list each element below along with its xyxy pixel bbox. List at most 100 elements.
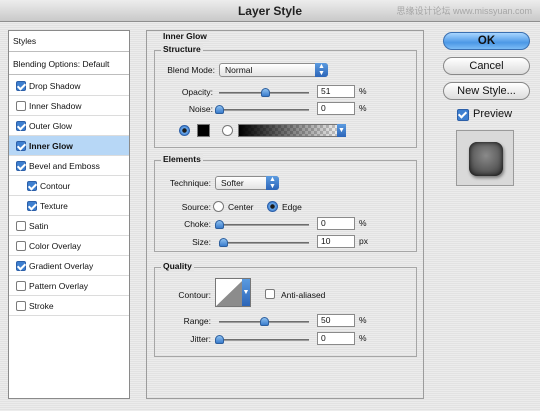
jitter-slider-thumb[interactable] xyxy=(215,335,224,344)
style-preview xyxy=(456,130,514,186)
size-unit: px xyxy=(359,236,368,246)
style-item-color-overlay[interactable]: Color Overlay xyxy=(9,236,129,256)
anti-aliased-checkbox[interactable] xyxy=(265,289,275,299)
opacity-field[interactable]: 51 xyxy=(317,85,355,98)
choke-field[interactable]: 0 xyxy=(317,217,355,230)
layer-style-dialog: Layer Style 思缘设计论坛 www.missyuan.com Styl… xyxy=(0,0,540,411)
blending-options-item[interactable]: Blending Options: Default xyxy=(9,53,129,75)
window-title: Layer Style xyxy=(237,4,303,18)
watermark-text: 思缘设计论坛 www.missyuan.com xyxy=(396,6,532,16)
chevron-down-icon: ▼ xyxy=(242,279,250,306)
blend-mode-label: Blend Mode: xyxy=(167,65,215,75)
choke-slider-thumb[interactable] xyxy=(215,220,224,229)
inner-glow-panel: Inner Glow Structure Blend Mode: Normal … xyxy=(146,30,424,399)
new-style-button[interactable]: New Style... xyxy=(443,82,530,100)
range-unit: % xyxy=(359,315,367,325)
choke-unit: % xyxy=(359,218,367,228)
style-item-checkbox[interactable] xyxy=(16,221,26,231)
noise-slider-thumb[interactable] xyxy=(215,105,224,114)
style-item-checkbox[interactable] xyxy=(16,261,26,271)
size-label: Size: xyxy=(192,237,211,247)
styles-list: Styles Blending Options: Default Drop Sh… xyxy=(8,30,130,399)
opacity-slider-thumb[interactable] xyxy=(260,88,270,97)
style-item-bevel-and-emboss[interactable]: Bevel and Emboss xyxy=(9,156,129,176)
range-field[interactable]: 50 xyxy=(317,314,355,327)
jitter-field[interactable]: 0 xyxy=(317,332,355,345)
gradient-picker[interactable]: ▼ xyxy=(238,124,346,137)
source-center-radio[interactable] xyxy=(213,201,224,212)
elements-group: Elements Technique: Softer ▲ ▼ Source: Ce… xyxy=(154,154,417,252)
elements-title: Elements xyxy=(161,154,203,164)
choke-label: Choke: xyxy=(184,219,211,229)
cancel-button[interactable]: Cancel xyxy=(443,57,530,75)
technique-value: Softer xyxy=(221,178,244,188)
choke-slider[interactable] xyxy=(215,220,309,229)
title-bar[interactable]: Layer Style 思缘设计论坛 www.missyuan.com xyxy=(0,0,540,22)
noise-slider[interactable] xyxy=(215,105,309,114)
select-arrows-icon: ▲ ▼ xyxy=(266,176,279,190)
style-item-checkbox[interactable] xyxy=(16,301,26,311)
style-item-checkbox[interactable] xyxy=(16,101,26,111)
style-item-checkbox[interactable] xyxy=(16,141,26,151)
range-slider[interactable] xyxy=(219,317,309,326)
glow-color-swatch[interactable] xyxy=(197,124,210,137)
style-item-checkbox[interactable] xyxy=(27,201,37,211)
size-slider[interactable] xyxy=(218,238,309,247)
style-item-checkbox[interactable] xyxy=(16,161,26,171)
contour-picker[interactable]: ▼ xyxy=(215,278,251,307)
styles-header[interactable]: Styles xyxy=(9,31,129,52)
style-item-satin[interactable]: Satin xyxy=(9,216,129,236)
structure-group: Structure Blend Mode: Normal ▲ ▼ Opacity:… xyxy=(154,44,417,148)
preview-checkbox[interactable] xyxy=(457,109,469,121)
style-item-checkbox[interactable] xyxy=(16,121,26,131)
opacity-label: Opacity: xyxy=(181,87,213,97)
range-label: Range: xyxy=(183,316,211,326)
style-item-checkbox[interactable] xyxy=(27,181,37,191)
noise-label: Noise: xyxy=(188,104,213,114)
noise-unit: % xyxy=(359,103,367,113)
style-item-label: Color Overlay xyxy=(29,241,81,251)
style-item-label: Contour xyxy=(40,181,71,191)
ok-button[interactable]: OK xyxy=(443,32,530,50)
preview-label: Preview xyxy=(473,108,513,120)
blend-mode-select[interactable]: Normal ▲ ▼ xyxy=(219,63,328,77)
style-item-inner-glow[interactable]: Inner Glow xyxy=(9,136,129,156)
quality-group: Quality Contour: ▼ Anti-aliased Range: 5… xyxy=(154,261,417,357)
style-item-label: Stroke xyxy=(29,301,54,311)
solid-color-radio[interactable] xyxy=(179,125,190,136)
style-item-texture[interactable]: Texture xyxy=(9,196,129,216)
technique-select[interactable]: Softer ▲ ▼ xyxy=(215,176,279,190)
style-item-pattern-overlay[interactable]: Pattern Overlay xyxy=(9,276,129,296)
style-item-contour[interactable]: Contour xyxy=(9,176,129,196)
style-item-outer-glow[interactable]: Outer Glow xyxy=(9,116,129,136)
style-item-label: Drop Shadow xyxy=(29,81,81,91)
opacity-slider[interactable] xyxy=(219,88,309,97)
style-item-checkbox[interactable] xyxy=(16,281,26,291)
blend-mode-value: Normal xyxy=(225,65,253,75)
source-edge-radio[interactable] xyxy=(267,201,278,212)
style-item-drop-shadow[interactable]: Drop Shadow xyxy=(9,76,129,96)
anti-aliased-label: Anti-aliased xyxy=(281,290,326,300)
contour-preview-icon xyxy=(216,279,244,306)
style-item-checkbox[interactable] xyxy=(16,241,26,251)
size-slider-thumb[interactable] xyxy=(218,238,228,247)
style-item-label: Gradient Overlay xyxy=(29,261,94,271)
chevron-down-icon: ▼ xyxy=(337,124,346,137)
style-item-label: Texture xyxy=(40,201,68,211)
style-item-stroke[interactable]: Stroke xyxy=(9,296,129,316)
opacity-unit: % xyxy=(359,86,367,96)
quality-title: Quality xyxy=(161,261,194,271)
style-item-label: Bevel and Emboss xyxy=(29,161,100,171)
jitter-slider[interactable] xyxy=(215,335,309,344)
style-item-inner-shadow[interactable]: Inner Shadow xyxy=(9,96,129,116)
jitter-label: Jitter: xyxy=(190,334,211,344)
style-item-label: Satin xyxy=(29,221,49,231)
size-field[interactable]: 10 xyxy=(317,235,355,248)
style-item-gradient-overlay[interactable]: Gradient Overlay xyxy=(9,256,129,276)
technique-label: Technique: xyxy=(169,178,211,188)
contour-label: Contour: xyxy=(178,290,211,300)
gradient-radio[interactable] xyxy=(222,125,233,136)
noise-field[interactable]: 0 xyxy=(317,102,355,115)
style-item-checkbox[interactable] xyxy=(16,81,26,91)
range-slider-thumb[interactable] xyxy=(260,317,269,326)
